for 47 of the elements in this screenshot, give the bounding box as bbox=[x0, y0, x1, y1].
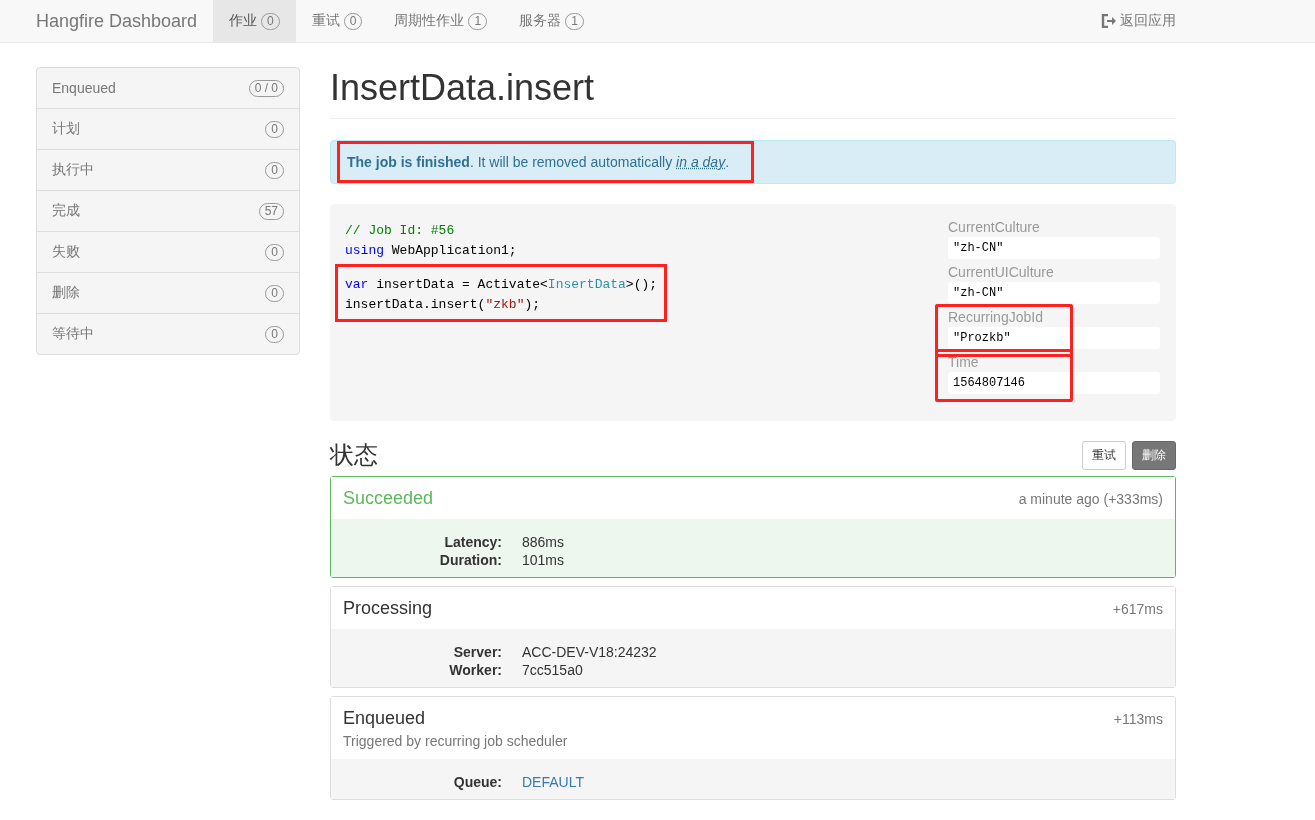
field-link[interactable]: DEFAULT bbox=[522, 774, 584, 790]
parameter-value: "zh-CN" bbox=[948, 282, 1160, 304]
sidebar-item[interactable]: Enqueued 0 / 0 bbox=[37, 68, 299, 108]
field-label: Worker: bbox=[448, 662, 502, 678]
nav-tab[interactable]: 作业 0 bbox=[213, 0, 296, 42]
field-value: 101ms bbox=[522, 552, 565, 568]
brand-title[interactable]: Hangfire Dashboard bbox=[36, 0, 198, 42]
sidebar-item[interactable]: 失败 0 bbox=[37, 231, 299, 272]
field-label: Latency: bbox=[443, 534, 502, 550]
sidebar-item[interactable]: 等待中 0 bbox=[37, 313, 299, 354]
delete-button[interactable]: 删除 bbox=[1132, 440, 1176, 470]
sidebar-item[interactable]: 完成 57 bbox=[37, 190, 299, 231]
state-time: a minute ago (+333ms) bbox=[1018, 491, 1163, 507]
expiry-link[interactable]: in a day bbox=[676, 154, 726, 170]
parameter-value: 1564807146 bbox=[948, 372, 1160, 394]
field-value: 7cc515a0 bbox=[522, 662, 584, 678]
sidebar-item[interactable]: 执行中 0 bbox=[37, 149, 299, 190]
back-link[interactable]: 返回应用 bbox=[1120, 12, 1176, 30]
parameter-name: CurrentCulture bbox=[948, 218, 1041, 237]
state-time: +617ms bbox=[1112, 601, 1163, 617]
state-time: +113ms bbox=[1113, 711, 1163, 727]
state-title: Processing bbox=[343, 598, 433, 619]
nav-tab[interactable]: 周期性作业 1 bbox=[378, 0, 504, 42]
code-text: var insertData = Activate<InsertData>(); insertData.insert("zkb"); bbox=[335, 264, 668, 322]
parameter-name: RecurringJobId bbox=[948, 308, 1044, 327]
state-title: Enqueued bbox=[343, 708, 426, 729]
field-value: 886ms bbox=[522, 534, 565, 550]
nav-tab[interactable]: 重试 0 bbox=[295, 0, 379, 42]
parameter-name: CurrentUICulture bbox=[948, 263, 1055, 282]
field-value: ACC-DEV-V18:24232 bbox=[522, 644, 657, 660]
parameter-value: "zh-CN" bbox=[948, 237, 1160, 259]
section-heading: 状态 bbox=[330, 440, 378, 470]
nav-tab[interactable]: 服务器 1 bbox=[503, 0, 600, 42]
state-description: Triggered by recurring job scheduler bbox=[343, 733, 569, 749]
field-label: Server: bbox=[452, 644, 502, 660]
state-title: Succeeded bbox=[343, 488, 434, 509]
sidebar-item[interactable]: 删除 0 bbox=[37, 272, 299, 313]
job-title: InsertData.insert bbox=[330, 67, 1176, 119]
sidebar-item[interactable]: 计划 0 bbox=[37, 108, 299, 149]
parameter-value: "Prozkb" bbox=[948, 327, 1160, 349]
field-label: Duration: bbox=[438, 552, 502, 568]
alert-message: The job is finished. It will be removed automatically in a day. bbox=[337, 141, 755, 183]
exit-icon bbox=[1101, 14, 1117, 28]
code-text: // Job Id: #56 using WebApplication1; bbox=[344, 222, 518, 260]
field-label: Queue: bbox=[452, 774, 502, 790]
parameter-name: Time bbox=[948, 353, 980, 372]
retry-button[interactable]: 重试 bbox=[1082, 440, 1126, 470]
